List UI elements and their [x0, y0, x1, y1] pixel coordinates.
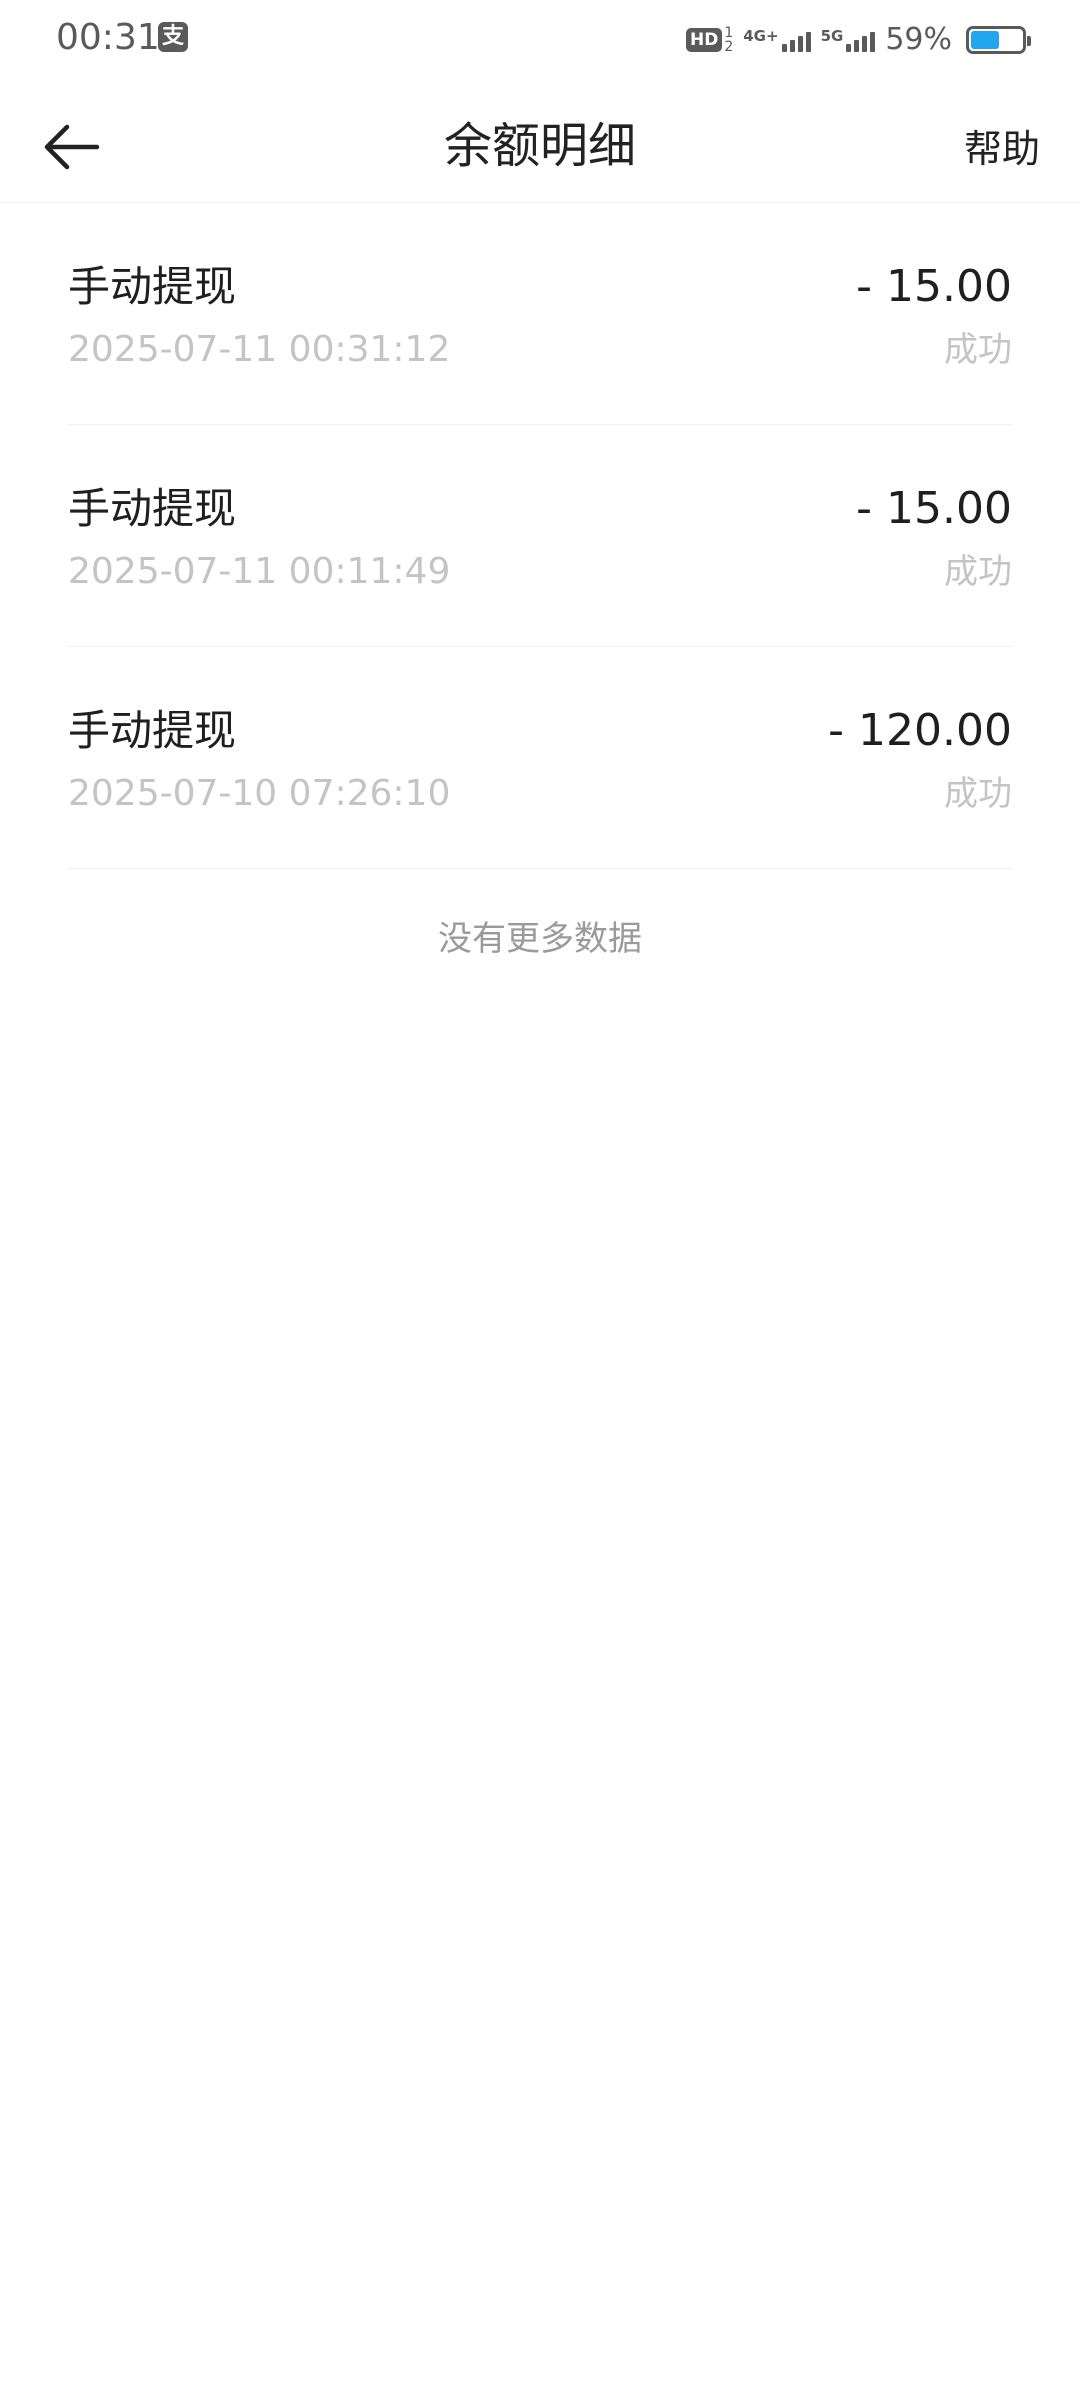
record-title: 手动提现	[68, 262, 237, 311]
hd-voice-icon: HD 1 2	[685, 26, 733, 54]
alipay-notification-icon: 支	[158, 22, 188, 52]
record-item[interactable]: 手动提现 - 15.00 2025-07-11 00:31:12 成功	[68, 203, 1012, 425]
no-more-data-text: 没有更多数据	[438, 919, 642, 959]
hd-sim-numbers: 1 2	[724, 26, 733, 54]
page-title: 余额明细	[443, 118, 636, 174]
signal-4g-icon: 4G+	[743, 27, 811, 52]
record-status: 成功	[944, 330, 1012, 370]
hd-sim-1: 1	[724, 25, 734, 41]
network-type-5g: 5G	[820, 27, 844, 45]
battery-percent: 59%	[885, 22, 952, 57]
hd-label: HD	[685, 28, 723, 52]
record-amount: - 15.00	[856, 483, 1012, 534]
help-button[interactable]: 帮助	[964, 114, 1040, 184]
record-amount: - 15.00	[856, 261, 1012, 312]
battery-fill	[971, 31, 999, 49]
record-status: 成功	[944, 774, 1012, 814]
signal-bars-2	[846, 28, 876, 52]
navigation-bar: 余额明细 帮助	[0, 80, 1080, 203]
record-time: 2025-07-11 00:31:12	[68, 329, 451, 370]
signal-5g-icon: 5G	[821, 28, 876, 52]
record-amount: - 120.00	[828, 705, 1012, 756]
record-item[interactable]: 手动提现 - 120.00 2025-07-10 07:26:10 成功	[68, 647, 1012, 869]
record-time: 2025-07-10 07:26:10	[68, 773, 451, 814]
record-title: 手动提现	[68, 484, 237, 533]
battery-icon	[966, 26, 1031, 54]
record-status: 成功	[944, 552, 1012, 592]
record-item[interactable]: 手动提现 - 15.00 2025-07-11 00:11:49 成功	[68, 425, 1012, 647]
status-time: 00:31	[56, 17, 160, 58]
status-bar: 00:31 支 HD 1 2 4G+ 5G 59%	[0, 0, 1080, 80]
hd-sim-2: 2	[724, 39, 734, 55]
status-indicators: HD 1 2 4G+ 5G 59%	[685, 18, 1031, 62]
network-type-4g: 4G+	[743, 27, 779, 45]
balance-record-list: 手动提现 - 15.00 2025-07-11 00:31:12 成功 手动提现…	[0, 203, 1080, 969]
record-time: 2025-07-11 00:11:49	[68, 551, 451, 592]
signal-bars-1	[781, 28, 811, 52]
record-title: 手动提现	[68, 706, 237, 755]
